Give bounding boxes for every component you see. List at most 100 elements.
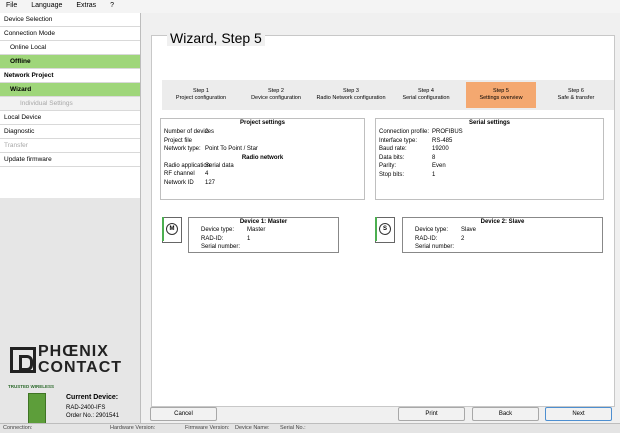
tab-step-3[interactable]: Step 3 Radio Network configuration <box>316 82 386 108</box>
sidebar-item-online-local[interactable]: Online Local <box>0 41 140 55</box>
settings-row: Connection profile: PROFIBUS <box>376 128 603 137</box>
menu-help[interactable]: ? <box>104 0 120 9</box>
setting-key: Connection profile: <box>379 129 430 135</box>
cancel-button[interactable]: Cancel <box>150 407 217 421</box>
settings-row: Network type: Point To Point / Star <box>161 145 364 154</box>
serial-settings-title: Serial settings <box>468 120 510 126</box>
device-key: Device type: <box>415 227 449 233</box>
settings-row: Interface type: RS-485 <box>376 137 603 146</box>
settings-row: Data bits: 8 <box>376 154 603 163</box>
device-row: Serial number: <box>189 243 338 252</box>
menu-bar: File Language Extras ? <box>0 0 620 14</box>
settings-row: Project file <box>161 137 364 146</box>
device2-title: Device 2: Slave <box>480 219 525 225</box>
sidebar-item-update-firmware[interactable]: Update firmware <box>0 153 140 167</box>
device-value: Master <box>247 227 266 233</box>
slave-device-icon: S <box>375 217 395 243</box>
sidebar-item-local-device[interactable]: Local Device <box>0 111 140 125</box>
step-label: Serial configuration <box>402 95 450 101</box>
back-button[interactable]: Back <box>472 407 539 421</box>
print-button[interactable]: Print <box>398 407 465 421</box>
settings-row: Network ID 127 <box>161 179 364 188</box>
status-connection: Connection: <box>3 425 33 431</box>
sidebar-item-wizard[interactable]: Wizard <box>0 83 140 97</box>
sidebar-item-device-selection[interactable]: Device Selection <box>0 13 140 27</box>
setting-key: Network ID <box>164 179 194 186</box>
wizard-steps: Step 1 Project configuration Step 2 Device … <box>162 80 614 110</box>
current-device-order: Order No.: 2901541 <box>66 413 120 419</box>
device-value: 1 <box>247 235 251 242</box>
status-hardware: Hardware Version: <box>110 425 156 431</box>
device-row: RAD-ID: 2 <box>403 235 602 244</box>
setting-value: Serial data <box>205 162 234 169</box>
main-area: Step 1 Project configuration Step 2 Device … <box>141 13 620 423</box>
serial-settings-panel: Serial settings Connection profile: PROFI… <box>375 118 604 200</box>
settings-row: Parity: Even <box>376 162 603 171</box>
device-row: Device type: Slave <box>403 226 602 235</box>
setting-key: Stop bits: <box>379 171 405 178</box>
setting-value: 1 <box>432 171 436 178</box>
step-label: Project configuration <box>175 95 227 101</box>
sidebar: Device Selection Connection Mode Online Lo… <box>0 13 141 427</box>
device1-title: Device 1: Master <box>239 219 288 225</box>
step-label: Radio Network configuration <box>316 95 386 101</box>
status-firmware: Firmware Version: <box>185 425 230 431</box>
menu-file[interactable]: File <box>0 0 23 9</box>
tab-step-1[interactable]: Step 1 Project configuration <box>166 82 236 108</box>
setting-value: Even <box>432 163 446 169</box>
sidebar-item-network-project[interactable]: Network Project <box>0 69 140 83</box>
logo-line2: CONTACT <box>38 359 123 376</box>
tab-step-2[interactable]: Step 2 Device configuration <box>241 82 311 108</box>
device-value: 2 <box>461 235 465 242</box>
step-number: Step 2 <box>268 88 284 94</box>
setting-key: RF channel <box>164 171 195 177</box>
menu-language[interactable]: Language <box>25 0 68 9</box>
device-image-icon <box>28 393 46 427</box>
device-key: RAD-ID: <box>201 235 224 242</box>
device2-card: Device 2: Slave Device type: Slave RAD-ID:… <box>402 217 603 253</box>
master-letter: M <box>166 223 178 235</box>
settings-row: Baud rate: 19200 <box>376 145 603 154</box>
radio-network-title: Radio network <box>241 154 284 161</box>
settings-row: Number of devices 2 <box>161 128 364 137</box>
tab-step-5[interactable]: Step 5 Settings overview <box>466 82 536 108</box>
sidebar-item-individual-settings[interactable]: Individual Settings <box>0 97 140 111</box>
phoenix-contact-logo: PHŒNIX CONTACT <box>8 343 136 377</box>
setting-key: Interface type: <box>379 137 418 144</box>
device-key: RAD-ID: <box>415 235 438 242</box>
wizard-title: Wizard, Step 5 <box>167 30 265 46</box>
next-button[interactable]: Next <box>545 407 612 421</box>
setting-key: Data bits: <box>379 154 405 161</box>
current-device-model: RAD-2400-IFS <box>66 405 106 411</box>
sidebar-item-diagnostic[interactable]: Diagnostic <box>0 125 140 139</box>
wizard-frame: Step 1 Project configuration Step 2 Device … <box>151 35 615 407</box>
tab-step-6[interactable]: Step 6 Safe & transfer <box>541 82 611 108</box>
device-key: Serial number: <box>201 244 241 250</box>
sidebar-item-offline[interactable]: Offline <box>0 55 140 69</box>
sidebar-item-transfer[interactable]: Transfer <box>0 139 140 153</box>
device-row: Device type: Master <box>189 226 338 235</box>
setting-value: RS-485 <box>432 137 453 144</box>
setting-key: Parity: <box>379 163 397 169</box>
setting-value: PROFIBUS <box>432 129 463 135</box>
settings-row: Radio application: Serial data <box>161 162 364 171</box>
step-number: Step 5 <box>493 88 509 94</box>
current-device-title: Current Device: <box>66 394 119 401</box>
step-number: Step 4 <box>418 88 434 94</box>
step-label: Safe & transfer <box>557 95 595 101</box>
step-number: Step 3 <box>343 88 359 94</box>
slave-letter: S <box>379 223 391 235</box>
device-row: RAD-ID: 1 <box>189 235 338 244</box>
step-label: Device configuration <box>251 95 301 101</box>
setting-value: 2 <box>205 129 209 135</box>
project-settings-title: Project settings <box>239 120 285 126</box>
setting-key: Baud rate: <box>379 146 407 152</box>
device-key: Serial number: <box>415 244 455 250</box>
menu-extras[interactable]: Extras <box>70 0 102 9</box>
device1-card: Device 1: Master Device type: Master RAD-I… <box>188 217 339 253</box>
status-serial: Serial No.: <box>280 425 306 431</box>
setting-value: 4 <box>205 171 209 177</box>
tab-step-4[interactable]: Step 4 Serial configuration <box>391 82 461 108</box>
settings-row: Stop bits: 1 <box>376 171 603 180</box>
sidebar-item-connection-mode[interactable]: Connection Mode <box>0 27 140 41</box>
